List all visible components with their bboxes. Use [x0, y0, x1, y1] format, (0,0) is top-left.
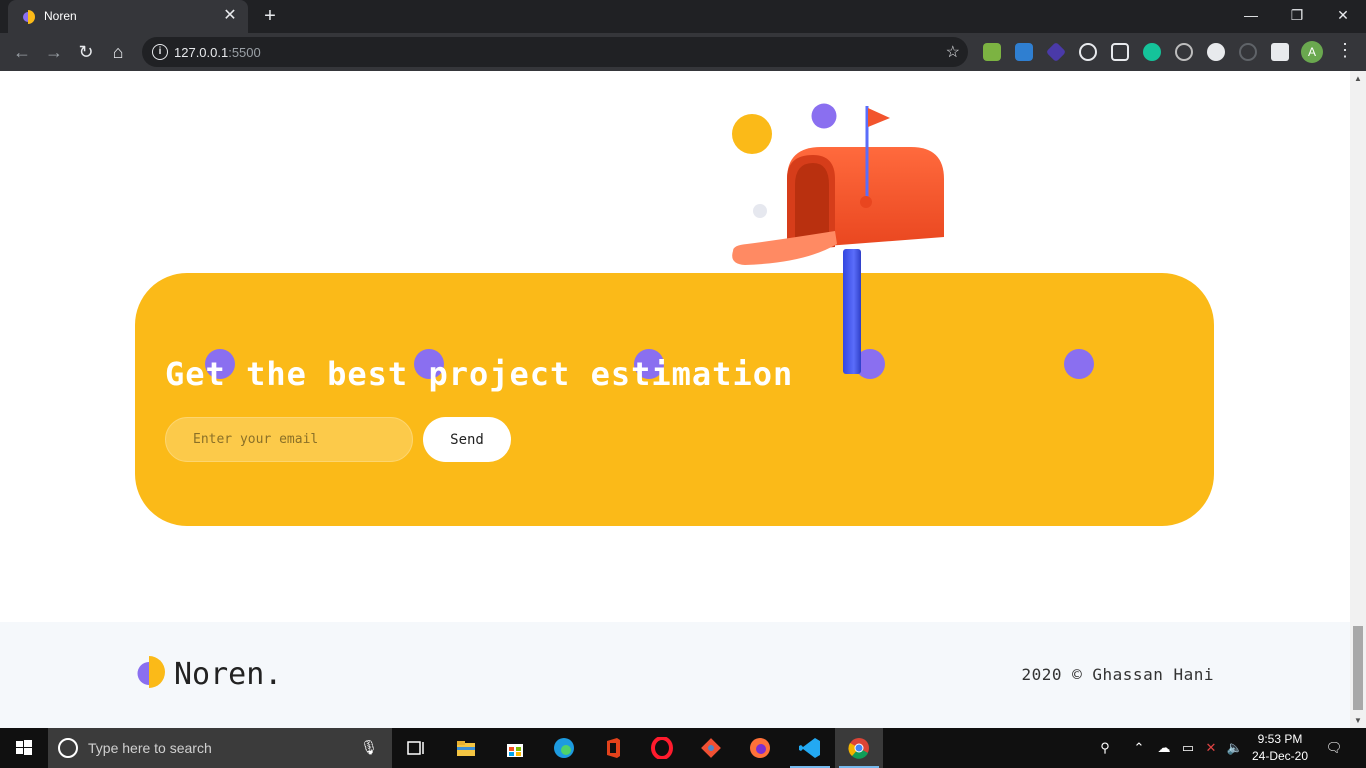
diamond-icon[interactable]	[1111, 43, 1129, 61]
tab-title: Noren	[44, 9, 77, 23]
email-input[interactable]	[165, 417, 413, 462]
network-icon[interactable]: ✕	[1202, 728, 1220, 768]
profile-avatar[interactable]: A	[1301, 41, 1323, 63]
edge-icon[interactable]	[540, 728, 588, 768]
git-icon[interactable]	[687, 728, 735, 768]
estimation-banner: Get the best project estimation Send	[135, 273, 1214, 526]
copyright-text: 2020 © Ghassan Hani	[1021, 665, 1214, 684]
windows-start-icon[interactable]	[0, 728, 48, 768]
taskbar-search-placeholder: Type here to search	[88, 740, 212, 756]
window-close-icon[interactable]: ✕	[1320, 0, 1366, 33]
minimize-icon[interactable]: —	[1228, 0, 1274, 33]
volume-icon[interactable]: 🔈	[1225, 728, 1245, 768]
taskbar-search[interactable]: Type here to search 🎙	[48, 728, 392, 768]
puzzle-icon[interactable]	[1271, 43, 1289, 61]
back-icon[interactable]: ←	[10, 40, 34, 64]
recycle-icon[interactable]	[1239, 43, 1257, 61]
footer-brand[interactable]: Noren.	[174, 657, 282, 692]
restore-icon[interactable]: ❐	[1274, 0, 1320, 33]
site-footer: Noren. 2020 © Ghassan Hani	[0, 622, 1350, 728]
task-view-icon[interactable]	[392, 728, 440, 768]
noren-logo-icon	[23, 10, 35, 24]
system-clock[interactable]: 9:53 PM 24-Dec-20	[1248, 731, 1312, 765]
grammarly-icon[interactable]	[1143, 43, 1161, 61]
mailbox-illustration	[732, 103, 944, 374]
scroll-down-icon[interactable]: ▼	[1354, 716, 1362, 725]
cortana-icon	[58, 738, 78, 758]
new-tab-button[interactable]: +	[258, 5, 282, 29]
browser-toolbar: ← → ↻ ⌂ i 127.0.0.1:5500 ☆ A ⋮	[0, 33, 1366, 71]
circle-target-icon[interactable]	[1175, 43, 1193, 61]
reload-icon[interactable]: ↻	[74, 40, 98, 64]
address-bar[interactable]: i 127.0.0.1:5500 ☆	[142, 37, 968, 67]
browser-tabbar: Noren ✕ + — ❐ ✕	[0, 0, 1366, 33]
scroll-thumb[interactable]	[1353, 626, 1363, 710]
windows-taskbar: Type here to search 🎙 ⚲ ⌃ ☁ ▭ ✕ 🔈 9:53 P…	[0, 728, 1366, 768]
scroll-up-icon[interactable]: ▲	[1354, 74, 1362, 83]
forward-icon[interactable]: →	[42, 40, 66, 64]
url-text: 127.0.0.1:5500	[174, 45, 261, 60]
notifications-icon[interactable]: 🗨	[1320, 728, 1348, 768]
page-viewport: Get the best project estimation Send	[0, 71, 1350, 728]
chrome-icon[interactable]	[835, 728, 883, 768]
site-info-icon[interactable]: i	[152, 44, 168, 60]
banner-title: Get the best project estimation	[165, 355, 794, 393]
battery-icon[interactable]: ▭	[1178, 728, 1198, 768]
page-scrollbar[interactable]: ▲ ▼	[1350, 71, 1366, 728]
file-explorer-icon[interactable]	[442, 728, 490, 768]
people-icon[interactable]: ⚲	[1094, 728, 1116, 768]
noren-logo-icon	[137, 656, 165, 688]
bookmark-star-icon[interactable]: ☆	[946, 42, 960, 62]
onedrive-icon[interactable]: ☁	[1154, 728, 1174, 768]
browser-menu-icon[interactable]: ⋮	[1336, 40, 1354, 61]
browser-tab[interactable]: Noren ✕	[8, 0, 248, 33]
clock-date: 24-Dec-20	[1251, 749, 1309, 763]
store-icon[interactable]	[491, 728, 539, 768]
react-icon[interactable]	[1079, 43, 1097, 61]
opera-icon[interactable]	[638, 728, 686, 768]
firefox-icon[interactable]	[736, 728, 784, 768]
home-icon[interactable]: ⌂	[106, 40, 130, 64]
download-icon[interactable]	[983, 43, 1001, 61]
close-tab-icon[interactable]: ✕	[220, 6, 240, 26]
record-icon[interactable]	[1207, 43, 1225, 61]
send-button[interactable]: Send	[423, 417, 511, 462]
cube-icon[interactable]	[1045, 41, 1067, 63]
vscode-icon[interactable]	[786, 728, 834, 768]
clock-time: 9:53 PM	[1257, 732, 1303, 746]
s-icon[interactable]	[1015, 43, 1033, 61]
decor-dot	[1064, 349, 1094, 379]
microphone-icon[interactable]: 🎙	[360, 739, 378, 756]
office-icon[interactable]	[589, 728, 637, 768]
show-hidden-icons[interactable]: ⌃	[1130, 728, 1148, 768]
